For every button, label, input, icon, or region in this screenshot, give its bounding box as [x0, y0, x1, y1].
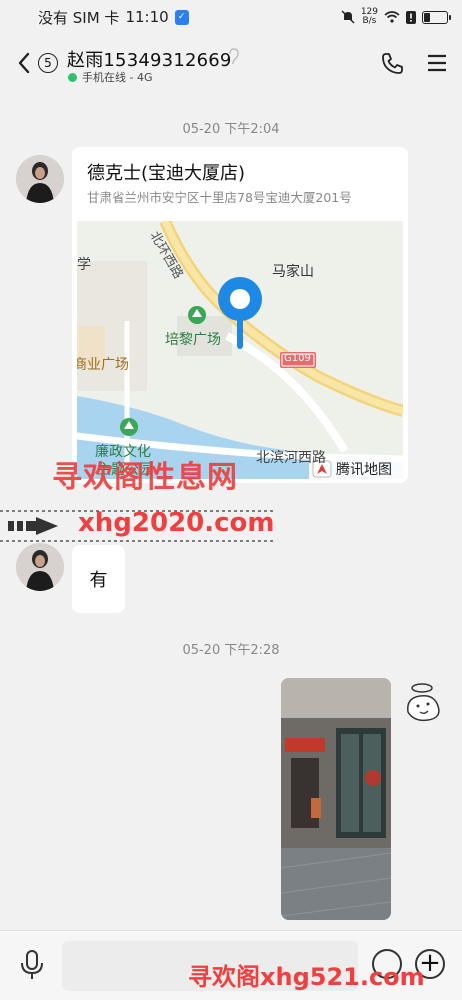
wifi-icon	[384, 11, 400, 23]
back-button[interactable]	[14, 50, 34, 76]
map-provider-label: 腾讯地图	[336, 462, 392, 478]
text-message-bubble[interactable]: 有	[72, 545, 125, 613]
input-bar: + 寻欢阁xhg521.com	[0, 930, 462, 1000]
chat-header: 5 赵雨15349312669 手机在线 - 4G	[0, 36, 462, 92]
menu-icon[interactable]	[426, 52, 448, 74]
online-status-text: 手机在线 - 4G	[82, 71, 153, 84]
map-label-g109: G109	[284, 353, 311, 364]
online-dot-icon	[68, 72, 77, 82]
location-title: 德克士(宝迪大厦店)	[87, 163, 246, 184]
earpiece-icon	[227, 48, 239, 70]
message-timestamp: 05-20 下午2:28	[182, 643, 280, 658]
contact-avatar[interactable]	[16, 543, 64, 591]
map-label-beibin: 北滨河西路	[256, 450, 326, 466]
self-avatar-icon[interactable]	[400, 680, 448, 728]
contact-avatar[interactable]	[16, 155, 64, 203]
watermark-text: 寻欢阁性息网	[52, 460, 238, 495]
online-status: 手机在线 - 4G	[68, 69, 153, 85]
message-timestamp: 05-20 下午2:04	[182, 122, 280, 137]
watermark-url: xhg2020.com	[78, 508, 275, 538]
carrier-label: 没有 SIM 卡	[38, 8, 120, 27]
chevron-left-icon	[18, 52, 30, 74]
shield-icon: ✓	[174, 9, 189, 25]
mute-bell-icon	[341, 10, 355, 24]
map-label-shangye: 商业广场	[77, 357, 129, 373]
phone-icon[interactable]	[380, 52, 404, 76]
microphone-icon[interactable]	[18, 949, 46, 981]
status-bar: 没有 SIM 卡 11:10 ✓ 129 B/s	[0, 0, 462, 34]
network-rate: 129 B/s	[360, 7, 378, 26]
alert-icon	[406, 10, 416, 24]
map-label-xue: 学	[77, 257, 91, 273]
map-label-majiashan: 马家山	[272, 264, 314, 280]
location-card[interactable]: 德克士(宝迪大厦店) 甘肃省兰州市安宁区十里店78号宝迪大厦201号 北环西路 …	[72, 147, 408, 483]
location-address: 甘肃省兰州市安宁区十里店78号宝迪大厦201号	[87, 190, 352, 205]
image-message[interactable]	[281, 678, 391, 920]
clock: 11:10	[125, 8, 169, 26]
watermark-footer: 寻欢阁xhg521.com	[188, 963, 425, 991]
battery-icon	[422, 10, 451, 24]
map-label-peili: 培黎广场	[165, 332, 221, 348]
unread-badge[interactable]: 5	[38, 53, 58, 73]
map-preview[interactable]: 北环西路 马家山 学 培黎广场 商业广场 G109 廉政文化 主题公园 北滨河西…	[77, 221, 403, 479]
